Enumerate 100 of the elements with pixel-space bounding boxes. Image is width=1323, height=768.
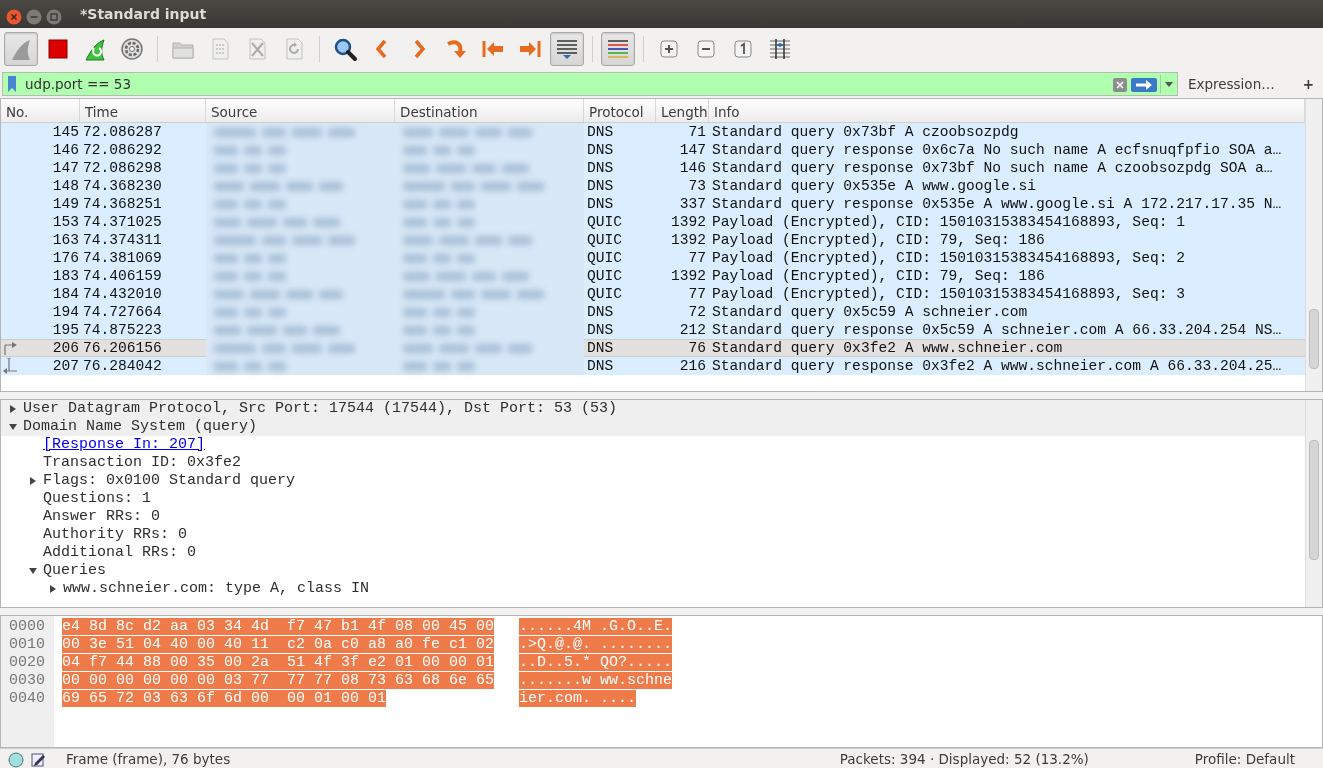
packet-length: 216 — [678, 357, 707, 375]
protocol-tree-item[interactable]: Domain Name System (query) — [23, 418, 258, 436]
field-tree-item[interactable]: Authority RRs: 0 — [43, 526, 188, 544]
packet-row[interactable]: 146 72.086292 DNS 147 Standard query response 0x6c7a No such name A ecfsnuqfpfio SOA a… — [1, 141, 1305, 159]
field-tree-item[interactable]: Answer RRs: 0 — [43, 508, 161, 526]
packet-info: Payload (Encrypted), CID: 15010315383454168893, Seq: 1 — [711, 213, 1186, 231]
dropdown-caret-icon — [1164, 81, 1173, 87]
packet-length: 337 — [678, 195, 707, 213]
ascii-bytes: ier.com. .... — [519, 690, 637, 707]
packet-time: 74.374311 — [82, 231, 163, 249]
byte-offset: 0010 — [9, 636, 46, 654]
packet-time: 74.368251 — [82, 195, 163, 213]
column-header[interactable]: Destination — [395, 99, 584, 122]
packet-row[interactable]: 195 74.875223 DNS 212 Standard query response 0x5c59 A schneier.com A 66.33.204.254 NS… — [1, 321, 1305, 339]
packet-protocol: QUIC — [586, 249, 624, 267]
packet-row[interactable]: 194 74.727664 DNS 72 Standard query 0x5c59 A schneier.com — [1, 303, 1305, 321]
packet-time: 76.206156 — [82, 339, 163, 357]
ascii-bytes: .......w ww.schne — [519, 672, 673, 689]
expand-arrow-icon[interactable] — [48, 584, 58, 594]
packet-number: 183 — [52, 267, 79, 285]
packet-row[interactable]: 145 72.086287 DNS 71 Standard query 0x73bf A czoobsozpdg — [1, 123, 1305, 141]
ascii-bytes: ..D..5.* QO?..... — [519, 654, 673, 671]
packet-number: 148 — [52, 177, 79, 195]
field-tree-item[interactable]: Queries — [43, 562, 106, 580]
packet-time: 76.284042 — [82, 357, 163, 375]
packet-info: Standard query 0x535e A www.google.si — [711, 177, 1038, 195]
expand-arrow-icon[interactable] — [8, 404, 18, 414]
column-header[interactable]: Source — [206, 99, 395, 122]
packet-row[interactable]: 184 74.432010 QUIC 77 Payload (Encrypted), CID: 15010315383454168893, Seq: 3 — [1, 285, 1305, 303]
packet-row[interactable]: 148 74.368230 DNS 73 Standard query 0x535e A www.google.si — [1, 177, 1305, 195]
field-tree-item[interactable]: Additional RRs: 0 — [43, 544, 197, 562]
packet-time: 72.086298 — [82, 159, 163, 177]
packet-length: 73 — [687, 177, 707, 195]
column-header[interactable]: Time — [80, 99, 206, 122]
packet-row[interactable]: 207 76.284042 DNS 216 Standard query response 0x3fe2 A www.schneier.com A 66.33.204.25… — [1, 357, 1305, 375]
packet-number: 146 — [52, 141, 79, 159]
packet-number: 153 — [52, 213, 79, 231]
packet-protocol: DNS — [586, 177, 615, 195]
column-header[interactable]: Protocol — [584, 99, 656, 122]
packet-time: 74.406159 — [82, 267, 163, 285]
status-text: Frame (frame), 76 bytes — [66, 750, 232, 768]
packet-number: 149 — [52, 195, 79, 213]
packet-length: 1392 — [669, 267, 707, 285]
packet-row[interactable]: 163 74.374311 QUIC 1392 Payload (Encrypted), CID: 79, Seq: 186 — [1, 231, 1305, 249]
packet-number: 163 — [52, 231, 79, 249]
hex-bytes: 69 65 72 03 63 6f 6d 00 00 01 00 01 — [62, 690, 387, 707]
packet-number: 176 — [52, 249, 79, 267]
packet-protocol: DNS — [586, 159, 615, 177]
collapse-arrow-icon[interactable] — [28, 566, 38, 576]
packet-row[interactable]: 176 74.381069 QUIC 77 Payload (Encrypted), CID: 15010315383454168893, Seq: 2 — [1, 249, 1305, 267]
packet-row[interactable]: 183 74.406159 QUIC 1392 Payload (Encrypted), CID: 79, Seq: 186 — [1, 267, 1305, 285]
packet-count: Packets: 394 · Displayed: 52 (13.2%) — [839, 750, 1089, 768]
field-tree-item[interactable]: www.schneier.com: type A, class IN — [63, 580, 370, 598]
packet-length: 71 — [687, 123, 707, 141]
packet-row[interactable]: 147 72.086298 DNS 146 Standard query response 0x73bf No such name A czoobsozpdg SOA a… — [1, 159, 1305, 177]
add-button[interactable]: + — [1296, 73, 1320, 95]
packet-info: Payload (Encrypted), CID: 79, Seq: 186 — [711, 267, 1046, 285]
packet-protocol: DNS — [586, 357, 615, 375]
packet-protocol: QUIC — [586, 213, 624, 231]
hex-bytes: 04 f7 44 88 00 35 00 2a 51 4f 3f e2 01 00 00 01 — [62, 654, 495, 671]
stop-icon — [45, 36, 71, 62]
hex-bytes: e4 8d 8c d2 aa 03 34 4d f7 47 b1 4f 08 00 45 00 — [62, 618, 495, 635]
clear-icon — [1111, 76, 1128, 93]
packet-info: Payload (Encrypted), CID: 15010315383454168893, Seq: 3 — [711, 285, 1186, 303]
expression-button[interactable]: Expression… — [1181, 73, 1281, 95]
ascii-bytes: .>Q.@.@. ........ — [519, 636, 673, 653]
packet-time: 74.727664 — [82, 303, 163, 321]
byte-offset: 0040 — [9, 690, 46, 708]
packet-number: 184 — [52, 285, 79, 303]
packet-length: 212 — [678, 321, 707, 339]
packet-row[interactable]: 206 76.206156 DNS 76 Standard query 0x3fe2 A www.schneier.com — [1, 339, 1305, 357]
packet-protocol: DNS — [586, 195, 615, 213]
packet-row[interactable]: 149 74.368251 DNS 337 Standard query response 0x535e A www.google.si A 172.217.17.35 N… — [1, 195, 1305, 213]
packet-time: 74.371025 — [82, 213, 163, 231]
scrollbar[interactable] — [1305, 99, 1322, 391]
column-header[interactable]: No. — [1, 99, 80, 122]
packet-info: Standard query 0x3fe2 A www.schneier.com — [711, 339, 1064, 357]
packet-time: 72.086287 — [82, 123, 163, 141]
response-link[interactable]: [Response In: 207] — [43, 436, 206, 454]
packet-number: 207 — [52, 357, 79, 375]
packet-protocol: DNS — [586, 321, 615, 339]
packet-row[interactable]: 153 74.371025 QUIC 1392 Payload (Encrypted), CID: 15010315383454168893, Seq: 1 — [1, 213, 1305, 231]
byte-offset: 0000 — [9, 618, 46, 636]
expand-arrow-icon[interactable] — [28, 476, 38, 486]
packet-number: 206 — [52, 339, 79, 357]
packet-info: Payload (Encrypted), CID: 15010315383454168893, Seq: 2 — [711, 249, 1186, 267]
field-tree-item[interactable]: Flags: 0x0100 Standard query — [43, 472, 296, 490]
packet-length: 1392 — [669, 213, 707, 231]
column-header[interactable]: Length — [656, 99, 709, 122]
packet-time: 74.875223 — [82, 321, 163, 339]
scrollbar[interactable] — [1305, 400, 1322, 607]
field-tree-item[interactable]: Questions: 1 — [43, 490, 152, 508]
packet-time: 72.086292 — [82, 141, 163, 159]
hex-bytes: 00 3e 51 04 40 00 40 11 c2 0a c0 a8 a0 fe c1 02 — [62, 636, 495, 653]
packet-info: Standard query response 0x535e A www.google.si A 172.217.17.35 N… — [711, 195, 1283, 213]
field-tree-item[interactable]: Transaction ID: 0x3fe2 — [43, 454, 242, 472]
packet-length: 147 — [678, 141, 707, 159]
collapse-arrow-icon[interactable] — [8, 422, 18, 432]
packet-length: 1392 — [669, 231, 707, 249]
packet-length: 77 — [687, 249, 707, 267]
